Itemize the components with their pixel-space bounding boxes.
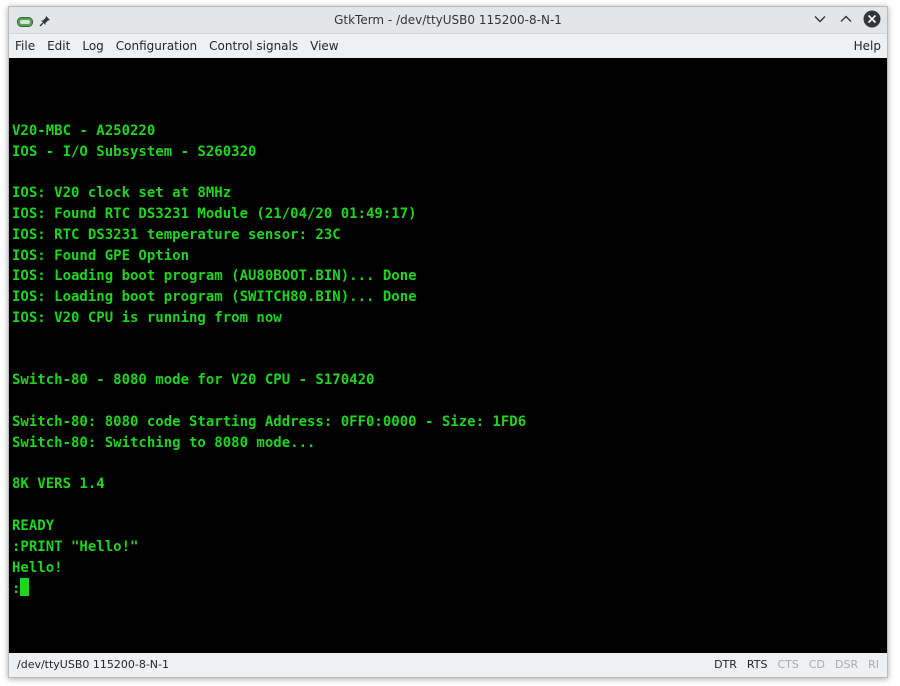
terminal-output[interactable]: V20-MBC - A250220 IOS - I/O Subsystem - S… — [9, 58, 887, 653]
gtkterm-window: GtkTerm - /dev/ttyUSB0 115200-8-N-1 File… — [8, 6, 888, 678]
signal-cd: CD — [808, 658, 825, 671]
menu-control-signals[interactable]: Control signals — [203, 34, 304, 58]
maximize-button[interactable] — [837, 10, 855, 28]
terminal-prompt: : — [12, 581, 21, 598]
menu-configuration[interactable]: Configuration — [110, 34, 203, 58]
terminal-line: IOS: V20 CPU is running from now — [12, 309, 282, 326]
terminal-line: IOS: Found RTC DS3231 Module (21/04/20 0… — [12, 205, 417, 222]
terminal-line: IOS: V20 clock set at 8MHz — [12, 185, 232, 202]
window-title: GtkTerm - /dev/ttyUSB0 115200-8-N-1 — [334, 13, 562, 27]
terminal-text: V20-MBC - A250220 IOS - I/O Subsystem - S… — [12, 100, 526, 599]
text-cursor — [20, 578, 30, 597]
signal-ri: RI — [868, 658, 879, 671]
signal-dsr: DSR — [835, 658, 859, 671]
title-bar[interactable]: GtkTerm - /dev/ttyUSB0 115200-8-N-1 — [9, 7, 887, 34]
terminal-line: IOS - I/O Subsystem - S260320 — [12, 143, 257, 160]
terminal-prompt-line: : — [12, 578, 526, 599]
terminal-line: 8K VERS 1.4 — [12, 476, 105, 493]
terminal-line: :PRINT "Hello!" — [12, 538, 139, 555]
port-settings: /dev/ttyUSB0 115200-8-N-1 — [17, 658, 170, 671]
menu-view[interactable]: View — [304, 34, 344, 58]
terminal-line: IOS: RTC DS3231 temperature sensor: 23C — [12, 226, 341, 243]
signal-dtr: DTR — [714, 658, 737, 671]
menu-edit[interactable]: Edit — [41, 34, 76, 58]
terminal-line: IOS: Loading boot program (AU80BOOT.BIN)… — [12, 268, 417, 285]
terminal-line: READY — [12, 517, 55, 534]
terminal-line: IOS: Found GPE Option — [12, 247, 190, 264]
menu-help[interactable]: Help — [848, 34, 887, 58]
terminal-line: IOS: Loading boot program (SWITCH80.BIN)… — [12, 289, 417, 306]
chevron-down-icon — [814, 16, 826, 23]
terminal-line: V20-MBC - A250220 — [12, 122, 156, 139]
terminal-line: Hello! — [12, 559, 63, 576]
minimize-button[interactable] — [811, 10, 829, 28]
menu-file[interactable]: File — [9, 34, 41, 58]
close-button[interactable] — [863, 10, 881, 28]
menu-bar: File Edit Log Configuration Control sign… — [9, 34, 887, 58]
terminal-line: Switch-80: 8080 code Starting Address: 0… — [12, 413, 527, 430]
terminal-line: Switch-80: Switching to 8080 mode... — [12, 434, 316, 451]
close-icon — [863, 10, 881, 28]
chevron-up-icon — [840, 15, 852, 22]
control-signals: DTR RTS CTS CD DSR RI — [704, 658, 879, 671]
menu-log[interactable]: Log — [76, 34, 109, 58]
status-bar: /dev/ttyUSB0 115200-8-N-1 DTR RTS CTS CD DSR… — [9, 652, 887, 677]
signal-rts: RTS — [746, 658, 768, 671]
terminal-line: Switch-80 - 8080 mode for V20 CPU - S170… — [12, 372, 375, 389]
signal-cts: CTS — [777, 658, 799, 671]
